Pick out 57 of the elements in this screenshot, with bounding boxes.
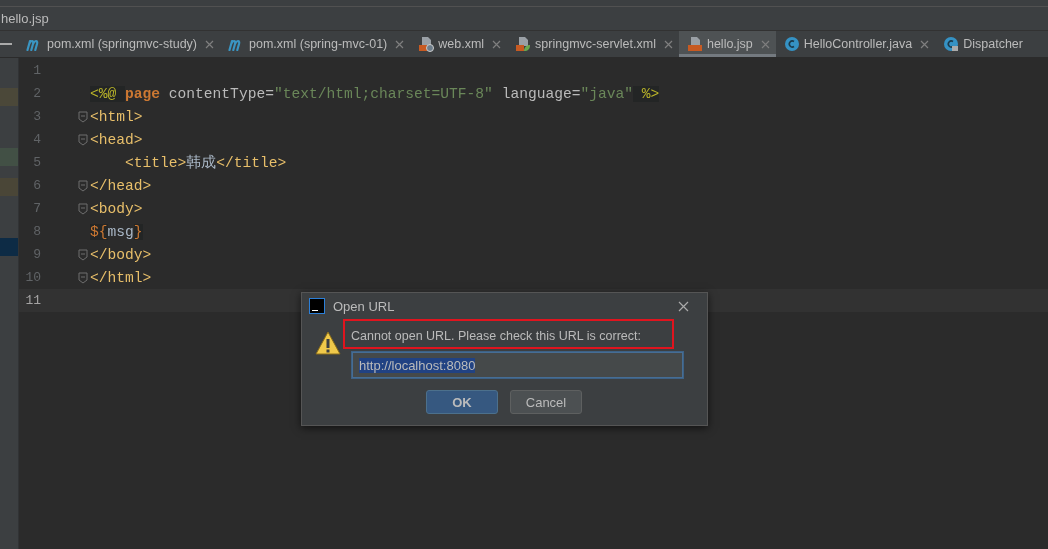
app-logo-icon xyxy=(309,298,325,314)
close-icon[interactable] xyxy=(663,39,673,49)
error-message: Cannot open URL. Please check this URL is correct: xyxy=(351,329,641,343)
line-number: 2 xyxy=(32,86,41,101)
line-number: 5 xyxy=(32,155,41,170)
code-line: </body> xyxy=(90,246,152,263)
cancel-button[interactable]: Cancel xyxy=(510,390,582,414)
code-line: <body> xyxy=(90,200,143,217)
editor-tab[interactable]: pom.xml (springmvc-study) xyxy=(18,31,221,57)
line-number: 3 xyxy=(32,109,41,124)
close-icon[interactable] xyxy=(920,39,930,49)
xml-leaf-icon xyxy=(515,36,532,52)
editor-tab[interactable]: web.xml xyxy=(410,31,508,57)
line-number: 8 xyxy=(32,224,41,239)
close-icon[interactable] xyxy=(205,39,215,49)
fold-icon[interactable] xyxy=(78,248,88,261)
line-number: 9 xyxy=(32,247,41,262)
ok-button[interactable]: OK xyxy=(426,390,498,414)
editor-tab[interactable]: hello.jsp xyxy=(678,31,776,57)
code-line: <html> xyxy=(90,108,143,125)
close-icon[interactable] xyxy=(678,300,689,312)
line-number: 11 xyxy=(24,293,41,308)
editor-tab[interactable]: HelloController.java xyxy=(775,31,936,57)
breadcrumb[interactable]: hello.jsp xyxy=(0,11,49,26)
change-marker xyxy=(0,148,18,166)
fold-icon[interactable] xyxy=(78,110,88,123)
line-number: 6 xyxy=(32,178,41,193)
xml-globe-icon xyxy=(418,36,435,52)
editor-tab[interactable]: pom.xml (spring-mvc-01) xyxy=(220,31,411,57)
editor-tab[interactable]: Dispatcher xyxy=(935,31,1029,57)
change-marker xyxy=(0,88,18,106)
close-icon[interactable] xyxy=(395,39,405,49)
code-line: <%@ page contentType="text/html;charset=UTF-8" language="java" %> xyxy=(90,85,660,102)
code-line: <head> xyxy=(90,131,143,148)
close-icon[interactable] xyxy=(492,39,502,49)
change-marker xyxy=(0,238,18,256)
fold-icon[interactable] xyxy=(78,133,88,146)
line-number: 4 xyxy=(32,132,41,147)
url-field[interactable]: http://localhost:8080 xyxy=(352,352,683,378)
dialog-title: Open URL xyxy=(333,298,395,314)
fold-icon[interactable] xyxy=(78,179,88,192)
jsp-file-icon xyxy=(686,36,703,52)
code-line: </head> xyxy=(90,177,152,194)
class-icon xyxy=(783,36,800,52)
locked-class-icon xyxy=(943,36,960,52)
change-marker xyxy=(0,178,18,196)
code-line: </html> xyxy=(90,269,152,286)
code-line: ${msg} xyxy=(90,223,143,240)
close-icon[interactable] xyxy=(760,39,770,49)
line-number: 1 xyxy=(32,63,41,78)
fold-icon[interactable] xyxy=(78,271,88,284)
code-line: <title>韩成</title> xyxy=(125,153,287,172)
line-number: 7 xyxy=(32,201,41,216)
editor-tab[interactable]: springmvc-servlet.xml xyxy=(507,31,679,57)
line-number: 10 xyxy=(24,270,41,285)
warning-icon xyxy=(315,331,341,355)
fold-icon[interactable] xyxy=(78,202,88,215)
